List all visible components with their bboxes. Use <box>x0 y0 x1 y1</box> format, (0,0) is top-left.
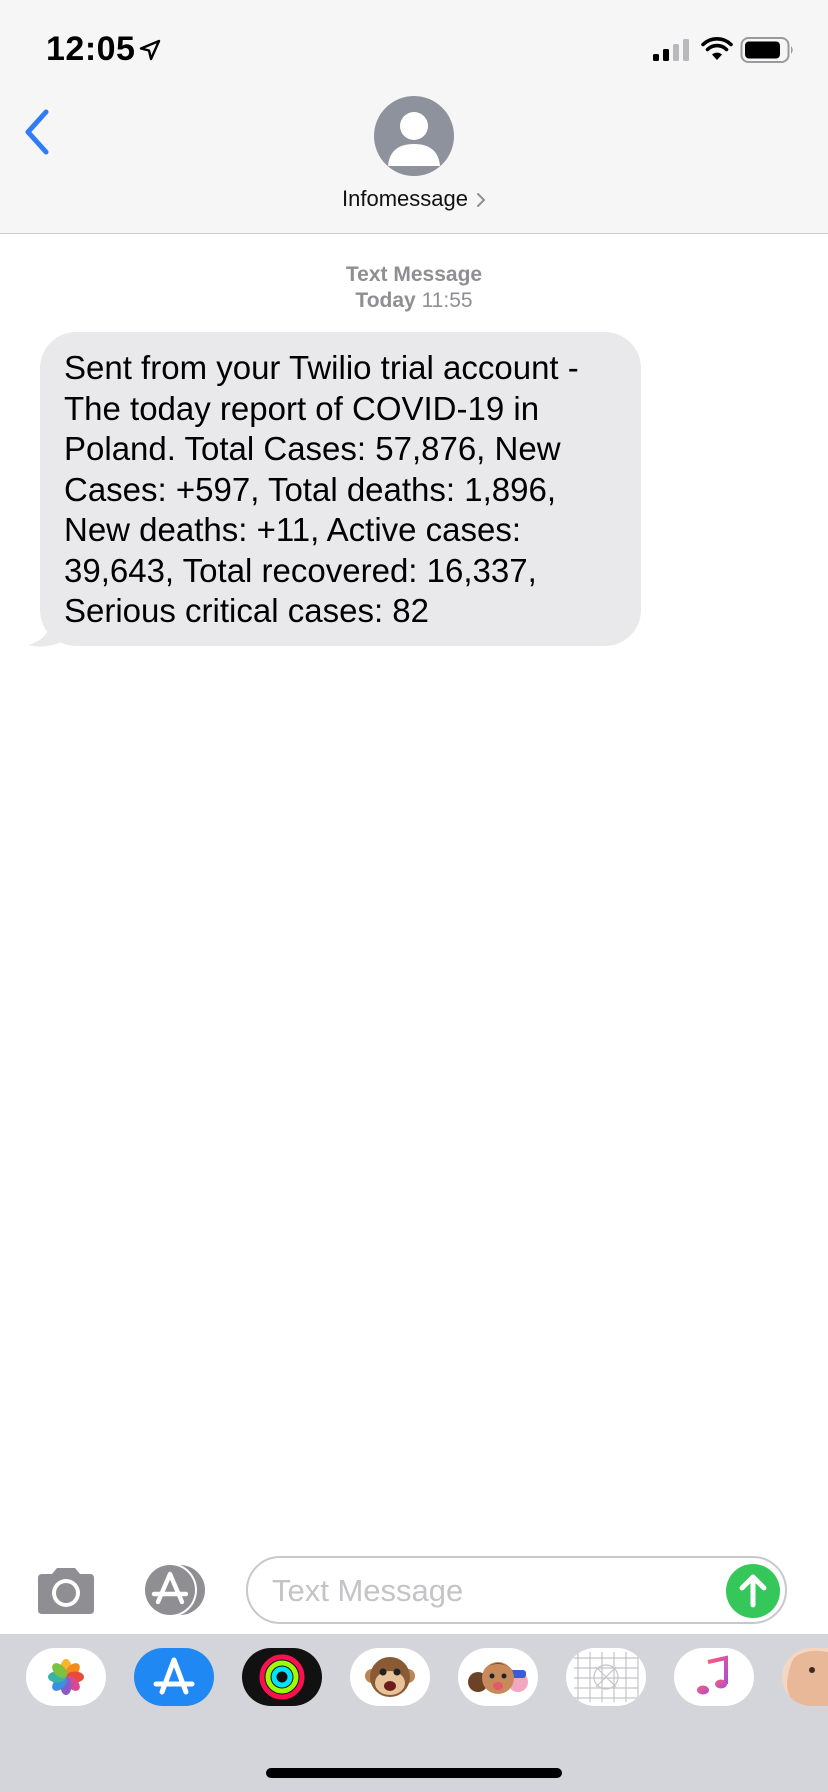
photos-icon[interactable] <box>26 1648 106 1706</box>
message-meta: Text Message Today 11:55 <box>0 262 828 314</box>
person-icon <box>388 112 440 166</box>
cellular-signal-icon <box>653 39 689 61</box>
message-type-label: Text Message <box>345 263 483 286</box>
status-time: 12:05 <box>46 30 136 68</box>
contact-name-button[interactable]: Infomessage <box>0 186 828 212</box>
incoming-message-bubble[interactable]: Sent from your Twilio trial account - Th… <box>40 332 641 646</box>
message-input-field <box>246 1556 787 1624</box>
home-indicator[interactable] <box>266 1768 562 1778</box>
sticker-icon[interactable] <box>782 1648 828 1706</box>
memoji-icon[interactable] <box>458 1648 538 1706</box>
wifi-icon <box>701 37 733 60</box>
status-bar: 12:05 <box>0 0 828 96</box>
message-time: 11:55 <box>421 289 473 312</box>
music-icon[interactable] <box>674 1648 754 1706</box>
contact-name: Infomessage <box>342 186 468 211</box>
app-store-app-icon[interactable] <box>134 1648 214 1706</box>
app-store-icon[interactable] <box>140 1564 212 1616</box>
activity-icon[interactable] <box>242 1648 322 1706</box>
chevron-left-icon[interactable] <box>22 106 54 158</box>
app-drawer <box>0 1634 828 1792</box>
animoji-icon[interactable] <box>350 1648 430 1706</box>
message-day: Today <box>355 289 416 312</box>
send-arrow-icon <box>739 1574 767 1608</box>
conversation-header: Infomessage <box>0 96 828 234</box>
battery-icon <box>740 37 793 63</box>
avatar[interactable] <box>374 96 454 176</box>
camera-icon[interactable] <box>34 1566 98 1616</box>
digital-touch-icon[interactable] <box>566 1648 646 1706</box>
chevron-right-icon <box>476 193 485 208</box>
send-button[interactable] <box>726 1564 780 1618</box>
message-text: Sent from your Twilio trial account - Th… <box>64 349 579 629</box>
location-arrow-icon <box>139 39 161 61</box>
message-input[interactable] <box>272 1570 712 1612</box>
message-timestamp: Today 11:55 <box>0 288 828 314</box>
